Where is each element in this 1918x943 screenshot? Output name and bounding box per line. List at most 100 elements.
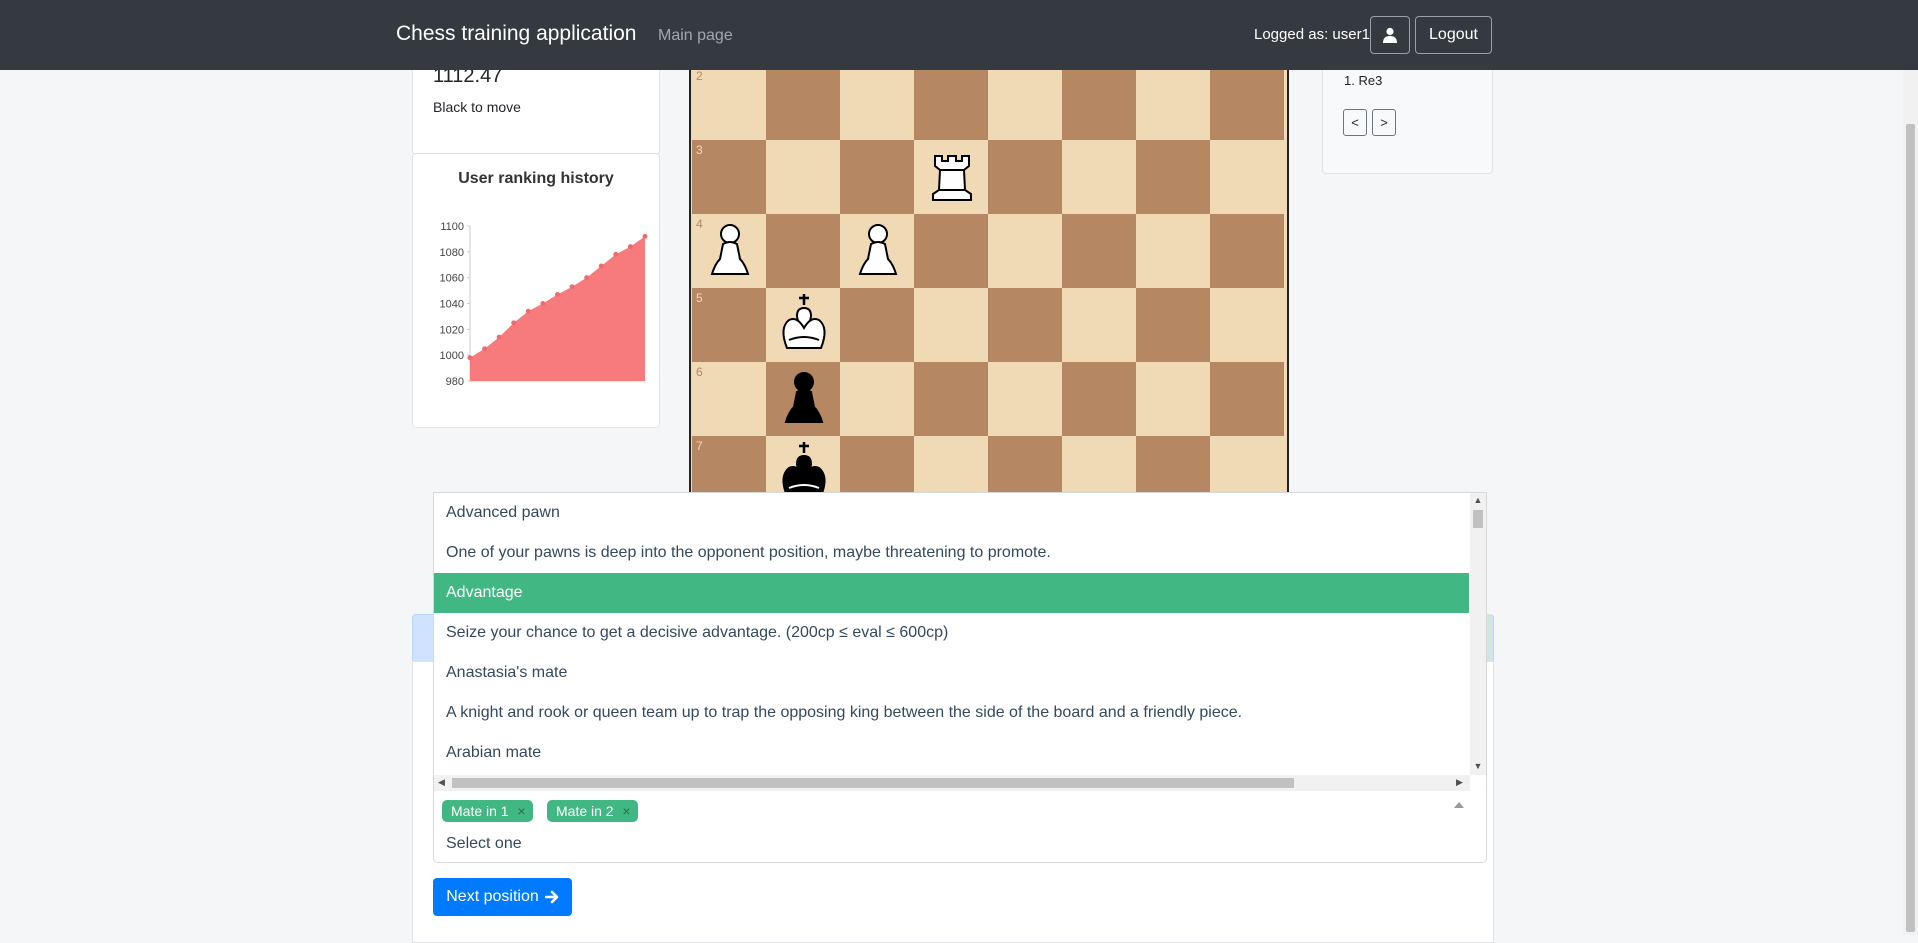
tag-label: Mate in 2 [556,803,614,819]
board-square[interactable] [840,362,914,436]
themes-option-list: Advanced pawn One of your pawns is deep i… [434,493,1469,775]
board-square[interactable]: 5 [692,288,766,362]
board-square[interactable] [1136,140,1210,214]
ranking-point [540,301,546,306]
page-scrollbar-thumb[interactable] [1906,124,1915,932]
rank-label: 2 [696,69,703,83]
themes-multiselect[interactable]: Mate in 1 × Mate in 2 × Select one [433,792,1487,863]
multiselect-placeholder[interactable]: Select one [446,835,522,853]
board-square[interactable] [988,214,1062,288]
board-square[interactable] [1210,66,1284,140]
board-square[interactable] [1062,436,1136,498]
rank-label: 5 [696,291,703,305]
board-square[interactable] [766,66,840,140]
prev-move-button[interactable]: < [1343,109,1367,136]
brand-link[interactable]: Chess training application [396,22,636,46]
user-icon [1383,27,1397,43]
dropdown-vertical-scrollbar[interactable]: ▲ ▼ [1470,493,1486,775]
board-square[interactable] [988,436,1062,498]
dropdown-horizontal-scrollbar[interactable]: ◀ ▶ [434,775,1470,791]
board-square[interactable] [988,288,1062,362]
board-square[interactable] [1136,362,1210,436]
tag-mate-in-1: Mate in 1 × [442,800,533,822]
dropdown-option[interactable]: One of your pawns is deep into the oppon… [434,533,1469,573]
ranking-point [613,251,619,257]
logout-button[interactable]: Logout [1415,16,1492,54]
board-square[interactable]: 2 [692,66,766,140]
dropdown-option[interactable]: A knight and rook or queen team up to tr… [434,693,1469,733]
board-square[interactable] [766,140,840,214]
board-square[interactable] [1210,140,1284,214]
profile-button[interactable] [1370,16,1410,54]
board-square[interactable] [1210,214,1284,288]
board-square[interactable] [1136,436,1210,498]
board-square[interactable] [1136,66,1210,140]
dropdown-option[interactable]: Anastasia's mate [434,653,1469,693]
board-square[interactable] [914,436,988,498]
ranking-point [511,320,517,326]
remove-tag-icon[interactable]: × [517,800,525,822]
board-square[interactable] [1062,362,1136,436]
white-king-icon[interactable] [767,288,841,362]
white-pawn-icon[interactable] [693,214,767,288]
dropdown-option[interactable]: Advanced pawn [434,493,1469,533]
ranking-point [482,346,488,352]
board-square[interactable] [1062,140,1136,214]
remove-tag-icon[interactable]: × [622,800,630,822]
black-pawn-icon[interactable] [767,362,841,436]
dropdown-option[interactable]: Arabian mate [434,733,1469,773]
move-list: 1. Re3 [1344,73,1383,88]
white-pawn-icon[interactable] [841,214,915,288]
board-square[interactable] [988,66,1062,140]
board-square[interactable] [840,436,914,498]
board-square[interactable] [840,288,914,362]
board-square[interactable] [1210,436,1284,498]
page-scrollbar[interactable] [1903,0,1918,935]
scroll-down-arrow-icon[interactable]: ▼ [1470,761,1486,771]
dropdown-option[interactable]: Seize your chance to get a decisive adva… [434,613,1469,653]
board-square[interactable] [1062,214,1136,288]
dropdown-horizontal-thumb[interactable] [452,778,1294,788]
board-square[interactable]: 7 [692,436,766,498]
ranking-chart: 1100 1080 1060 1040 1020 1000 980 [440,221,648,388]
board-square[interactable] [1210,362,1284,436]
y-tick-label: 1020 [440,324,464,336]
nav-main-page-link[interactable]: Main page [658,27,733,45]
next-move-button[interactable]: > [1372,109,1396,136]
chess-board[interactable]: 12345678 [692,18,1284,498]
dropdown-option[interactable]: Advantage [434,573,1469,613]
next-position-button[interactable]: Next position [433,878,572,916]
scroll-left-arrow-icon[interactable]: ◀ [438,777,445,788]
ranking-point [496,334,502,340]
logged-user-text: Logged as: user1 [1254,26,1370,43]
board-square[interactable] [840,66,914,140]
caret-up-icon[interactable] [1454,802,1464,808]
board-square[interactable] [988,140,1062,214]
ranking-point [584,275,590,281]
board-square[interactable] [1136,288,1210,362]
board-square[interactable] [914,362,988,436]
navbar: Chess training application Main page Log… [0,0,1918,70]
board-square[interactable]: 3 [692,140,766,214]
dropdown-vertical-thumb[interactable] [1473,510,1483,528]
chess-board-frame: 12345678 [689,18,1289,498]
scroll-up-arrow-icon[interactable]: ▲ [1470,495,1486,505]
board-square[interactable] [1210,288,1284,362]
scroll-right-arrow-icon[interactable]: ▶ [1456,777,1463,788]
black-king-icon[interactable] [767,436,841,498]
ranking-point [569,284,575,290]
ranking-point [627,244,633,250]
board-square[interactable] [1062,66,1136,140]
board-square[interactable] [988,362,1062,436]
board-square[interactable]: 6 [692,362,766,436]
board-square[interactable] [914,214,988,288]
board-square[interactable] [840,140,914,214]
board-square[interactable] [914,288,988,362]
board-square[interactable] [914,66,988,140]
board-square[interactable] [766,214,840,288]
white-rook-icon[interactable] [915,140,989,214]
ranking-area [470,236,645,381]
ranking-point [598,263,604,269]
board-square[interactable] [1136,214,1210,288]
board-square[interactable] [1062,288,1136,362]
